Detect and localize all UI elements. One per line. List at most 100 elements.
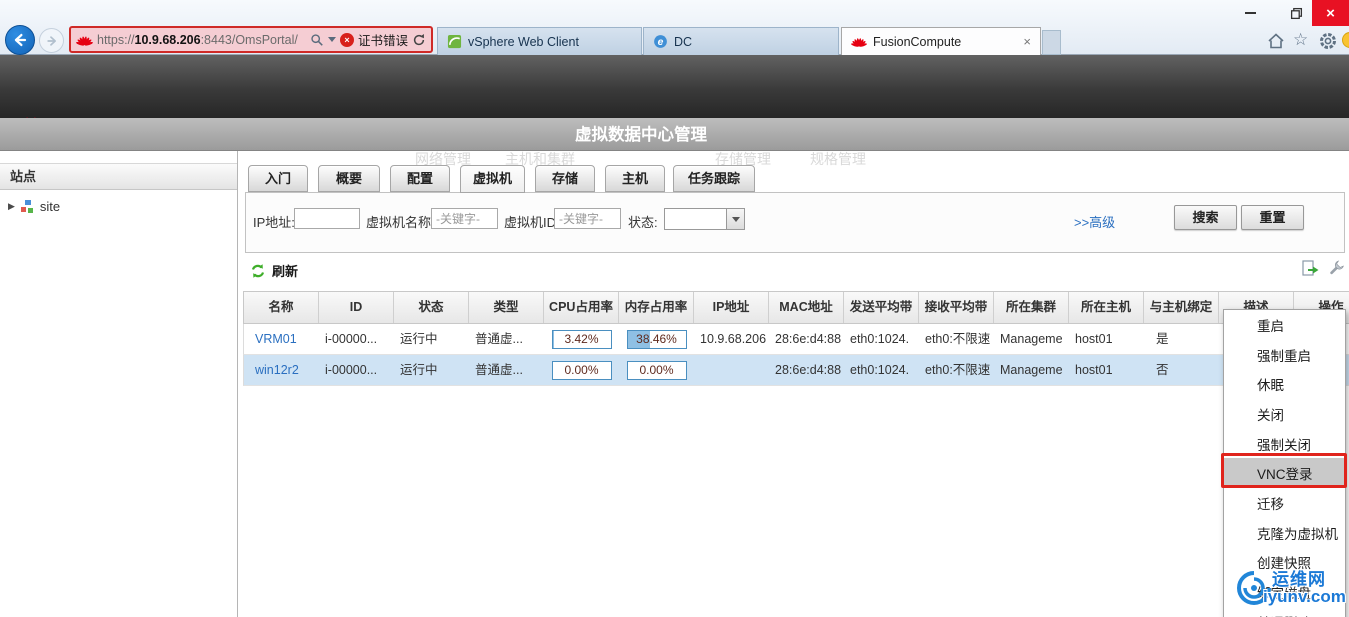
browser-forward-button[interactable] [39, 28, 64, 53]
col-mac[interactable]: MAC地址 [769, 292, 844, 323]
browser-back-button[interactable] [5, 25, 35, 55]
svg-text:e: e [658, 37, 664, 48]
mem-usage-bar: 0.00% [626, 360, 687, 380]
vm-name-link[interactable]: VRM01 [244, 324, 319, 354]
vm-rx-cell: eth0:不限速 [925, 332, 991, 346]
export-icon[interactable] [1300, 259, 1320, 279]
favorites-star-icon[interactable]: ☆ [1293, 30, 1308, 50]
feedback-smiley-icon[interactable] [1342, 32, 1349, 48]
gear-icon[interactable] [1318, 31, 1338, 51]
site-blocks-icon [19, 199, 35, 214]
new-tab-button[interactable] [1042, 30, 1061, 55]
tree-item-label: site [39, 199, 61, 214]
minimize-icon [1244, 12, 1256, 14]
menu-item-hibernate[interactable]: 休眠 [1224, 369, 1345, 399]
tab-configuration[interactable]: 配置 [390, 165, 450, 192]
col-cluster[interactable]: 所在集群 [994, 292, 1069, 323]
vm-type-cell: 普通虚... [475, 363, 523, 377]
tab-close-icon[interactable]: × [1023, 34, 1031, 49]
cpu-usage-cell: 0.00% [544, 355, 619, 385]
vm-status-cell: 运行中 [400, 332, 438, 346]
vm-tx-cell: eth0:1024. [850, 332, 910, 346]
menu-item-migrate[interactable]: 迁移 [1224, 488, 1345, 518]
reset-button[interactable]: 重置 [1241, 205, 1304, 230]
col-ip[interactable]: IP地址 [694, 292, 769, 323]
window-minimize-button[interactable] [1229, 0, 1271, 26]
vm-type-cell: 普通虚... [475, 332, 523, 346]
tab-getting-started[interactable]: 入门 [248, 165, 308, 192]
col-type[interactable]: 类型 [469, 292, 544, 323]
vm-id-cell: i-00000... [325, 332, 378, 346]
tab-summary[interactable]: 概要 [318, 165, 380, 192]
vm-rx-cell: eth0:不限速 [925, 363, 991, 377]
col-tx[interactable]: 发送平均带 [844, 292, 919, 323]
browser-tab-dc[interactable]: e DC [643, 27, 839, 55]
tab-task-tracking[interactable]: 任务跟踪 [673, 165, 755, 192]
vm-name-input[interactable] [431, 208, 498, 229]
vm-ip-cell [694, 355, 769, 385]
window-restore-button[interactable] [1275, 0, 1317, 26]
tab-storage[interactable]: 存储 [535, 165, 595, 192]
vnc-red-annotation [1221, 453, 1347, 488]
table-row-selected[interactable]: win12r2 i-00000... 运行中 普通虚... 0.00% 0.00… [243, 355, 1349, 386]
tree-item-site[interactable]: ▶ site [0, 199, 237, 214]
browser-tab-fusioncompute[interactable]: FusionCompute × [841, 27, 1041, 55]
url-text[interactable]: https://10.9.68.206:8443/OmsPortal/ [97, 33, 306, 47]
advanced-search-link[interactable]: >>高级 [1074, 212, 1115, 231]
close-icon: × [1326, 4, 1335, 22]
refresh-button[interactable]: 刷新 [250, 261, 298, 280]
restore-icon [1290, 7, 1302, 19]
search-icon[interactable] [310, 33, 324, 47]
table-row[interactable]: VRM01 i-00000... 运行中 普通虚... 3.42% 38.46%… [243, 324, 1349, 355]
cpu-usage-bar: 3.42% [551, 329, 612, 349]
cpu-usage-bar: 0.00% [551, 360, 612, 380]
screen: × https://10.9.68.206:8443/OmsPortal/ × … [0, 0, 1349, 617]
app-header: HUAWEI FusionCompute 虚拟数据中心监控 虚拟数据中心管理 系… [0, 55, 1349, 167]
browser-tab-vsphere[interactable]: vSphere Web Client [437, 27, 642, 55]
watermark: 运维网 iyunv.com [1236, 562, 1349, 614]
col-status[interactable]: 状态 [394, 292, 469, 323]
col-rx[interactable]: 接收平均带 [919, 292, 994, 323]
wrench-icon[interactable] [1328, 258, 1346, 276]
tab-label: FusionCompute [873, 34, 962, 49]
col-host[interactable]: 所在主机 [1069, 292, 1144, 323]
tree-expander-icon[interactable]: ▶ [8, 201, 15, 212]
vm-tx-cell: eth0:1024. [850, 363, 910, 377]
col-bound[interactable]: 与主机绑定 [1144, 292, 1219, 323]
vm-cluster-cell: Manageme [1000, 332, 1063, 346]
vm-id-input[interactable] [554, 208, 621, 229]
status-select[interactable] [664, 208, 745, 230]
cert-error-label: 证书错误 [357, 34, 408, 48]
vm-host-cell: host01 [1075, 363, 1113, 377]
vm-table: 名称 ID 状态 类型 CPU占用率 内存占用率 IP地址 MAC地址 发送平均… [243, 291, 1349, 386]
watermark-site-url: iyunv.com [1263, 587, 1346, 606]
tab-label: DC [674, 34, 693, 49]
sidebar-title: 站点 [0, 163, 237, 190]
vsphere-icon [447, 34, 462, 49]
col-name[interactable]: 名称 [244, 292, 319, 323]
address-bar[interactable]: https://10.9.68.206:8443/OmsPortal/ × 证书… [69, 26, 433, 53]
tab-vm[interactable]: 虚拟机 [460, 165, 525, 193]
mem-usage-bar: 38.46% [626, 329, 687, 349]
vm-name-link[interactable]: win12r2 [244, 355, 319, 385]
col-mem[interactable]: 内存占用率 [619, 292, 694, 323]
refresh-page-icon[interactable] [412, 33, 426, 47]
tab-host[interactable]: 主机 [605, 165, 665, 192]
menu-item-force-restart[interactable]: 强制重启 [1224, 340, 1345, 370]
sidebar: 站点 ▶ site [0, 151, 238, 617]
status-label: 状态: [628, 215, 658, 230]
col-cpu[interactable]: CPU占用率 [544, 292, 619, 323]
refresh-label: 刷新 [272, 264, 299, 279]
window-close-button[interactable]: × [1312, 0, 1349, 26]
search-button[interactable]: 搜索 [1174, 205, 1237, 230]
ip-input[interactable] [294, 208, 360, 229]
menu-item-restart[interactable]: 重启 [1224, 310, 1345, 340]
home-icon[interactable] [1266, 31, 1286, 51]
back-arrow-icon [14, 33, 27, 47]
select-caret-button[interactable] [726, 209, 744, 229]
menu-item-clone-vm[interactable]: 克隆为虚拟机 [1224, 518, 1345, 548]
nav-spec[interactable]: 规格管理 [810, 149, 866, 169]
search-dropdown-caret[interactable] [327, 37, 336, 42]
menu-item-shutdown[interactable]: 关闭 [1224, 399, 1345, 429]
col-id[interactable]: ID [319, 292, 394, 323]
